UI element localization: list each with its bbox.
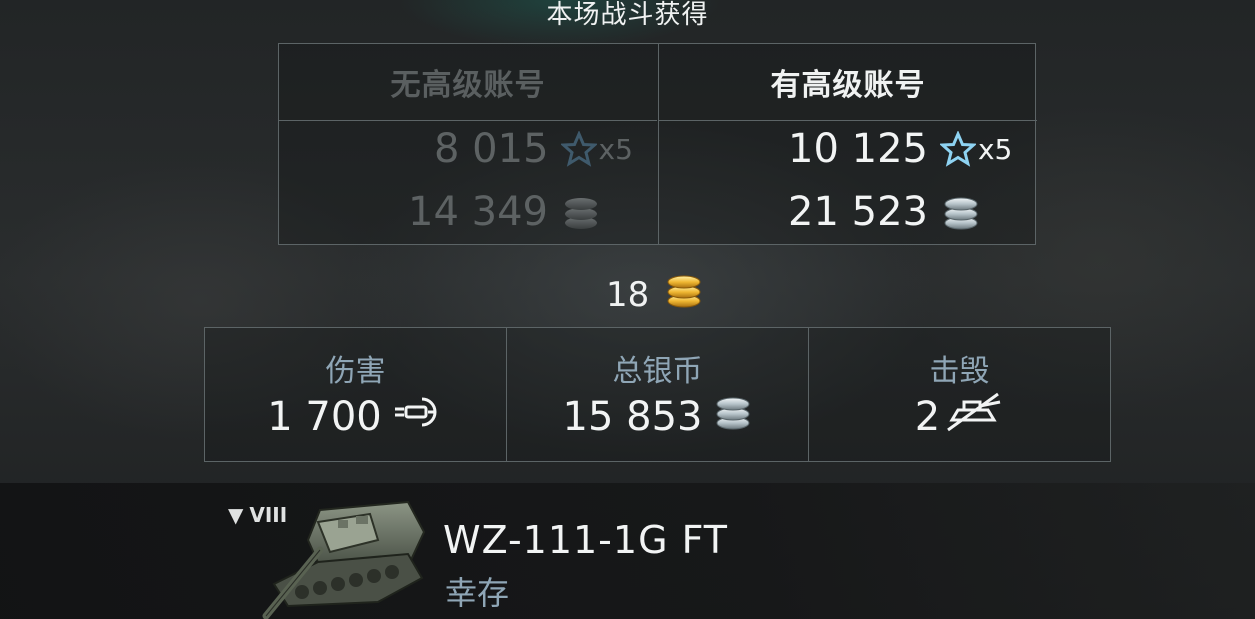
gold-value: 18: [606, 274, 650, 315]
tank-destroyer-icon: [258, 492, 428, 619]
silver-coins-icon: [714, 392, 752, 442]
xp-star-icon: [560, 131, 597, 167]
premium-column: 有高级账号 10 125 x5 21 523: [658, 44, 1037, 244]
no-premium-credits-value: 14 349: [408, 189, 548, 235]
stat-damage: 伤害 1 700: [205, 328, 507, 461]
earnings-table: 无高级账号 8 015 x5 14 349 有高级账号 10 125 x5 21…: [278, 43, 1037, 245]
gold-earned: 18: [606, 270, 703, 319]
damage-shell-icon: [392, 392, 444, 442]
battle-results-screen: 本场战斗获得 无高级账号 8 015 x5 14 349 有高级账号 10 12…: [0, 0, 1255, 619]
gold-coins-icon: [665, 270, 703, 319]
stat-total-credits: 总银币 15 853: [507, 328, 809, 461]
vehicle-name: WZ-111-1G FT: [443, 518, 728, 562]
premium-xp-value: 10 125: [788, 126, 928, 172]
no-premium-xp-multiplier: x5: [598, 132, 633, 166]
destroyed-tank-icon: [944, 392, 1004, 442]
premium-header: 有高级账号: [659, 44, 1037, 121]
battle-stats: 伤害 1 700 总银币 15 853 击毁 2: [204, 327, 1111, 462]
stat-total-credits-value: 15 853: [562, 394, 703, 440]
silver-coins-icon: [942, 192, 980, 232]
vehicle-status: 幸存: [445, 574, 510, 612]
stat-destroyed-label: 击毁: [929, 354, 990, 389]
no-premium-column: 无高级账号 8 015 x5 14 349: [279, 44, 657, 244]
stat-total-credits-value-row: 15 853: [507, 392, 808, 442]
xp-star-icon: [939, 131, 976, 167]
no-premium-credits-row: 14 349: [408, 189, 600, 235]
premium-xp-row: 10 125 x5: [788, 126, 1012, 172]
stat-damage-value-row: 1 700: [205, 392, 506, 442]
page-title: 本场战斗获得: [546, 0, 709, 30]
stat-damage-value: 1 700: [267, 394, 382, 440]
premium-credits-value: 21 523: [788, 189, 928, 235]
stat-total-credits-label: 总银币: [612, 354, 703, 389]
silver-coins-icon: [562, 192, 600, 232]
stat-destroyed: 击毁 2: [809, 328, 1110, 461]
premium-xp-multiplier: x5: [977, 132, 1013, 166]
stat-destroyed-value-row: 2: [809, 392, 1110, 442]
premium-credits-row: 21 523: [788, 189, 980, 235]
no-premium-header: 无高级账号: [279, 44, 657, 121]
tier-marker: ▼: [228, 503, 244, 527]
no-premium-xp-row: 8 015 x5: [434, 126, 633, 172]
no-premium-xp-value: 8 015: [434, 126, 549, 172]
stat-destroyed-value: 2: [914, 394, 941, 440]
stat-damage-label: 伤害: [325, 354, 386, 389]
